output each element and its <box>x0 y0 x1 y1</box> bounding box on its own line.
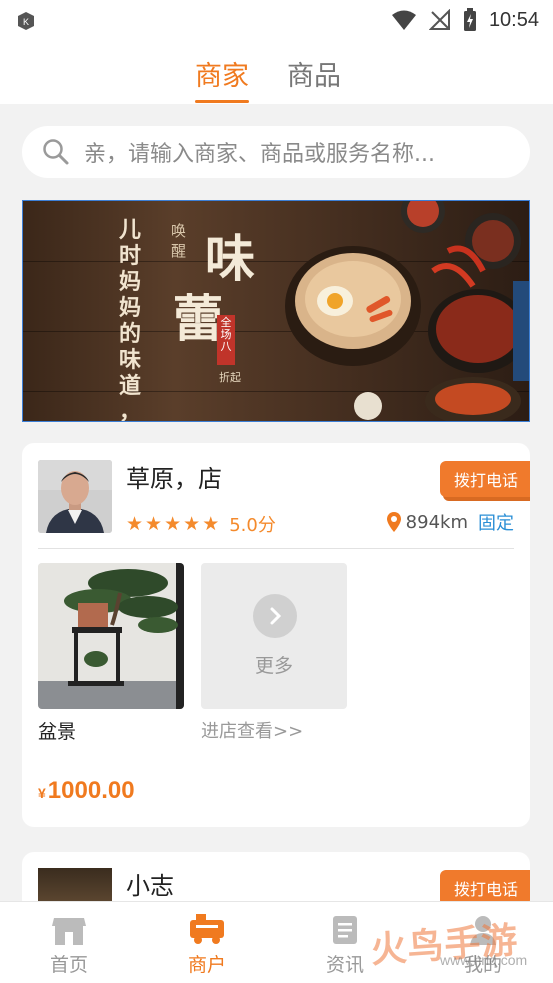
search-placeholder: 亲，请输入商家、商品或服务名称... <box>84 142 435 167</box>
banner-seal: 全场八 <box>217 315 235 365</box>
nav-home-label: 首页 <box>49 954 88 976</box>
battery-charging-icon <box>463 8 476 31</box>
banner-subslogan: 唤醒 <box>171 222 187 260</box>
banner-title-2: 蕾 <box>173 289 223 348</box>
card-divider <box>38 548 514 549</box>
nav-merchants-label: 商户 <box>187 954 226 976</box>
banner-discount-note: 折起 <box>219 371 241 384</box>
nav-home[interactable]: 首页 <box>14 910 124 977</box>
news-document-icon <box>333 916 357 944</box>
product-thumbnail[interactable] <box>38 563 184 709</box>
food-illustration <box>285 201 529 421</box>
merchant-rating: ★ ★ ★ ★ ★ 5.0分 <box>126 511 276 537</box>
search-icon <box>43 139 69 165</box>
chevron-right-icon <box>253 594 297 638</box>
location-type-tag: 固定 <box>478 513 514 534</box>
star-icon: ★ <box>145 513 163 535</box>
nav-merchants[interactable]: 商户 <box>152 910 262 977</box>
product-price: ¥1000.00 <box>38 777 135 805</box>
merchant-avatar <box>38 460 112 533</box>
price-value: 1000.00 <box>47 777 135 804</box>
bonsai-image <box>38 563 184 709</box>
rating-score: 5.0分 <box>229 515 276 536</box>
top-tab-bar: 商家 商品 <box>0 40 553 104</box>
enter-store-link[interactable]: 进店查看>> <box>201 717 303 743</box>
svg-text:K: K <box>23 17 29 27</box>
star-icon: ★ <box>183 513 201 535</box>
status-bar: K 10:54 <box>0 0 553 40</box>
star-icon: ★ <box>126 513 144 535</box>
signal-off-icon <box>428 9 450 30</box>
promo-banner[interactable]: 儿时妈妈的味道， 唤醒 味 蕾 全场八 折起 <box>22 200 530 422</box>
merchant-name[interactable]: 草原，店 <box>126 459 222 494</box>
app-notification-icon: K <box>18 12 34 30</box>
merchant-location: 894km 固定 <box>386 509 514 535</box>
status-time: 10:54 <box>488 8 539 31</box>
more-label: 更多 <box>254 655 293 677</box>
currency-symbol: ¥ <box>38 785 46 801</box>
merchant-truck-icon <box>190 914 224 944</box>
tab-products[interactable]: 商品 <box>287 54 341 93</box>
wifi-icon <box>391 10 416 30</box>
watermark-url: www.hnq.com <box>440 952 528 968</box>
merchant-card[interactable]: 草原，店 拨打电话 ★ ★ ★ ★ ★ 5.0分 894km 固定 更多 盆景 … <box>22 443 530 827</box>
product-name: 盆景 <box>38 721 77 743</box>
star-icon: ★ <box>202 513 220 535</box>
location-pin-icon <box>386 512 401 532</box>
call-button[interactable]: 拨打电话 <box>440 461 530 497</box>
tab-merchants[interactable]: 商家 <box>195 54 249 103</box>
banner-slogan: 儿时妈妈的味道， <box>119 217 142 422</box>
home-store-icon <box>52 918 86 945</box>
merchant-name[interactable]: 小志 <box>126 866 174 901</box>
merchant-distance: 894km <box>405 511 468 533</box>
watermark-logo: 火鸟手游网 <box>369 920 520 983</box>
star-icon: ★ <box>164 513 182 535</box>
more-products-tile[interactable]: 更多 <box>201 563 347 709</box>
search-input[interactable]: 亲，请输入商家、商品或服务名称... <box>22 126 530 178</box>
